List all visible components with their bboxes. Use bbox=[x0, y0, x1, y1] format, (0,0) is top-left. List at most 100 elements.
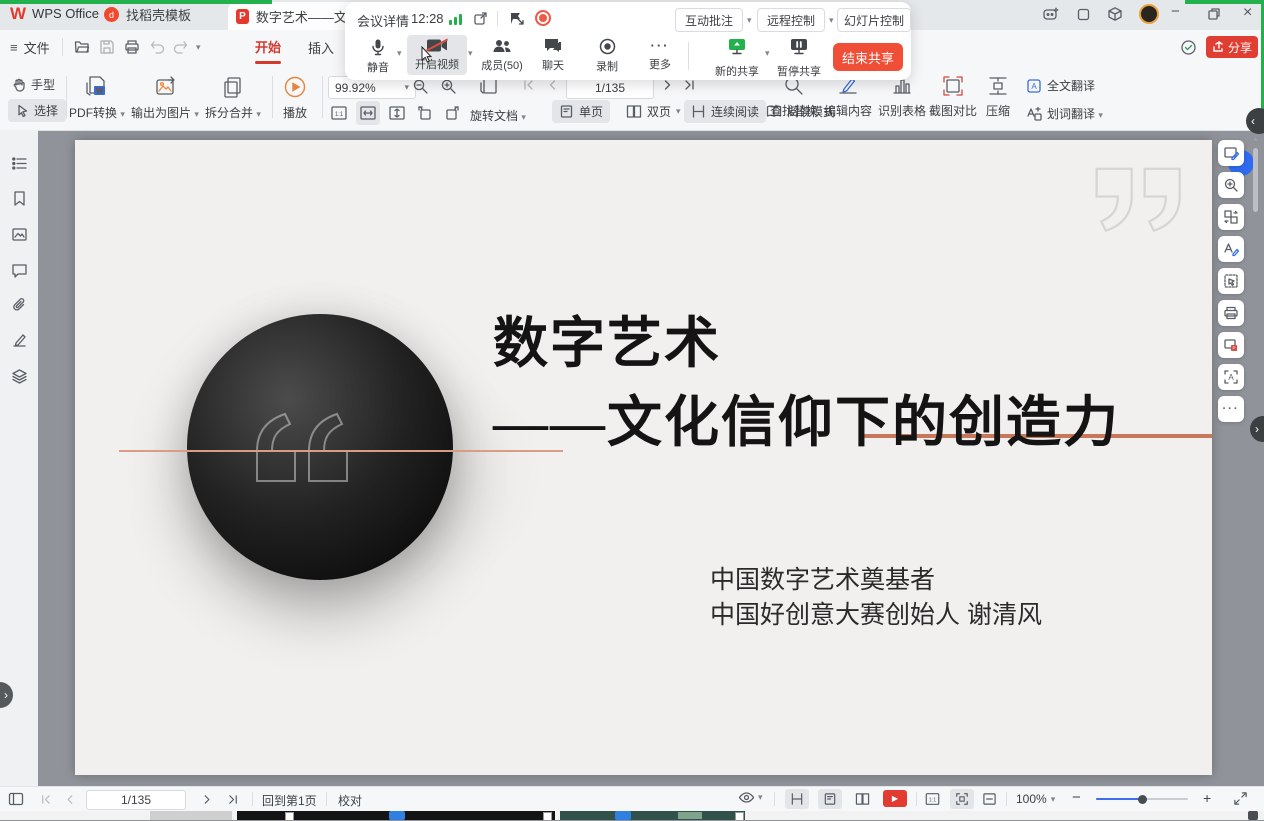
zoom-out-icon[interactable] bbox=[412, 78, 429, 95]
edit-image-button[interactable] bbox=[1218, 140, 1244, 166]
camera-on-button[interactable]: 开启视频 bbox=[407, 35, 467, 75]
pause-share-button[interactable]: 暂停共享 bbox=[773, 38, 825, 79]
file-menu[interactable]: ≡ 文件 bbox=[10, 38, 50, 57]
taskbar-thumbnail[interactable] bbox=[150, 811, 232, 820]
right-edge-handle[interactable]: › bbox=[1250, 416, 1264, 442]
doc-protect-icon[interactable] bbox=[1180, 39, 1197, 56]
last-page-icon[interactable] bbox=[684, 79, 696, 91]
meeting-detail-link[interactable]: 会议详情 bbox=[357, 11, 409, 30]
view-visibility-button[interactable]: ▾ bbox=[738, 789, 763, 806]
thumbnail-panel-icon[interactable] bbox=[11, 226, 28, 243]
new-share-chevron[interactable]: ▾ bbox=[765, 49, 770, 58]
hand-tool[interactable]: 手型 bbox=[12, 76, 55, 93]
last-page-button[interactable] bbox=[228, 794, 239, 805]
export-image-button[interactable]: 输出为图片 ▾ bbox=[128, 74, 202, 121]
zoom-in-button[interactable]: + bbox=[1203, 790, 1211, 806]
close-button[interactable]: × bbox=[1243, 4, 1252, 22]
slide-control-button[interactable]: 幻灯片控制 bbox=[837, 8, 911, 32]
double-page-button[interactable]: 双页 ▾ bbox=[622, 100, 685, 123]
end-share-button[interactable]: 结束共享 bbox=[833, 43, 903, 71]
rotate-left-icon[interactable] bbox=[416, 104, 434, 122]
table-ocr-button[interactable]: 识别表格 bbox=[874, 74, 930, 119]
first-page-button[interactable] bbox=[40, 794, 51, 805]
print-page-button[interactable] bbox=[1218, 300, 1244, 326]
status-play-button[interactable]: ▶ bbox=[883, 790, 907, 807]
magnify-button[interactable] bbox=[1218, 172, 1244, 198]
wps-home-button[interactable]: W WPS Office bbox=[10, 5, 99, 22]
status-continuous-button[interactable] bbox=[785, 789, 809, 809]
minimize-button[interactable]: − bbox=[1171, 3, 1180, 20]
mute-options-chevron[interactable]: ▾ bbox=[397, 49, 402, 58]
tab-template[interactable]: d 找稻壳模板 bbox=[104, 5, 222, 24]
mute-button[interactable]: 静音 bbox=[359, 38, 397, 75]
ribbon-collapse-handle[interactable]: ‹ bbox=[1246, 108, 1264, 134]
zoom-out-button[interactable]: − bbox=[1072, 789, 1081, 806]
undo-icon[interactable] bbox=[150, 40, 165, 54]
taskbar-corner-icon[interactable] bbox=[1248, 811, 1258, 820]
play-slideshow-button[interactable]: 播放 bbox=[272, 74, 318, 121]
taskbar-thumbnail[interactable] bbox=[560, 811, 745, 820]
status-double-page-button[interactable] bbox=[850, 789, 874, 809]
ocr-button[interactable]: A bbox=[1218, 364, 1244, 390]
more-tools-button[interactable]: ··· bbox=[1218, 396, 1244, 422]
text-edit-button[interactable] bbox=[1218, 236, 1244, 262]
chevron-down-icon[interactable]: ▾ bbox=[196, 43, 201, 52]
zoom-in-icon[interactable] bbox=[440, 78, 457, 95]
prev-page-icon[interactable] bbox=[546, 79, 558, 91]
share-button[interactable]: 分享 bbox=[1206, 36, 1258, 58]
tab-document-active[interactable]: P 数字艺术——文化信 bbox=[228, 2, 364, 30]
find-replace-button[interactable]: 查找替换 bbox=[766, 74, 822, 119]
screenshot-compare-button[interactable]: 截图对比 bbox=[925, 74, 981, 119]
next-page-icon[interactable] bbox=[662, 79, 674, 91]
first-page-icon[interactable] bbox=[522, 79, 534, 91]
scrollbar-up-arrow[interactable]: ▲ bbox=[1252, 136, 1259, 143]
bookmark-panel-icon[interactable] bbox=[11, 190, 28, 207]
status-fit-width-icon[interactable] bbox=[982, 792, 997, 806]
attachment-panel-icon[interactable] bbox=[11, 297, 28, 314]
slide-page[interactable]: 数字艺术 ——文化信仰下的创造力 中国数字艺术奠基者 中国好创意大赛创始人 谢清… bbox=[75, 140, 1212, 775]
pop-out-icon[interactable] bbox=[473, 11, 488, 26]
restore-button[interactable] bbox=[1207, 7, 1221, 21]
print-icon[interactable] bbox=[124, 39, 140, 55]
zoom-level-button[interactable]: 100% ▾ bbox=[1016, 792, 1055, 806]
stacked-windows-icon[interactable] bbox=[1076, 7, 1091, 22]
scrollbar-thumb[interactable] bbox=[1253, 148, 1258, 212]
status-page-input[interactable]: 1/135 bbox=[86, 790, 186, 810]
tab-insert[interactable]: 插入 bbox=[308, 38, 334, 57]
proofread-button[interactable]: 校对 bbox=[338, 792, 362, 809]
redo-icon[interactable] bbox=[173, 40, 188, 54]
remote-control-button[interactable]: 远程控制▾ bbox=[757, 8, 834, 32]
translate-word-button[interactable]: 划词翻译 ▾ bbox=[1026, 105, 1103, 122]
assistant-icon[interactable] bbox=[1042, 5, 1060, 23]
tab-home[interactable]: 开始 bbox=[255, 37, 281, 64]
interactive-annotate-button[interactable]: 互动批注▾ bbox=[675, 8, 752, 32]
rotate-right-icon[interactable] bbox=[443, 104, 461, 122]
continuous-read-button[interactable]: 连续阅读 bbox=[684, 100, 766, 123]
new-share-button[interactable]: 新的共享 bbox=[711, 38, 763, 79]
outline-panel-icon[interactable] bbox=[11, 155, 28, 172]
compress-button[interactable]: 压缩 bbox=[976, 74, 1020, 119]
single-page-button[interactable]: 单页 bbox=[552, 100, 610, 123]
swap-size-button[interactable] bbox=[1218, 204, 1244, 230]
split-merge-button[interactable]: 拆分合并 ▾ bbox=[200, 74, 266, 121]
pdf-convert-button[interactable]: W PDF转换 ▾ bbox=[64, 74, 130, 121]
export-ppt-button[interactable]: P bbox=[1218, 332, 1244, 358]
chat-button[interactable]: 聊天 bbox=[535, 38, 571, 73]
actual-size-icon[interactable]: 1:1 bbox=[330, 104, 348, 122]
back-to-first-button[interactable]: 回到第1页 bbox=[262, 792, 317, 809]
area-select-button[interactable] bbox=[1218, 268, 1244, 294]
rotate-doc-button[interactable]: 旋转文档 ▾ bbox=[470, 107, 526, 124]
fit-height-icon[interactable] bbox=[388, 104, 406, 122]
comment-panel-icon[interactable] bbox=[11, 262, 28, 279]
members-button[interactable]: 成员(50) bbox=[477, 38, 527, 73]
zoom-slider-thumb[interactable] bbox=[1138, 795, 1147, 804]
panel-toggle-icon[interactable] bbox=[8, 792, 24, 806]
more-button[interactable]: ··· 更多 bbox=[641, 38, 679, 72]
select-tool[interactable]: 选择 bbox=[8, 99, 66, 122]
layers-panel-icon[interactable] bbox=[11, 368, 28, 385]
open-folder-icon[interactable] bbox=[74, 39, 90, 55]
annotation-flag-icon[interactable] bbox=[509, 11, 525, 26]
avatar[interactable] bbox=[1139, 4, 1159, 24]
record-button[interactable]: 录制 bbox=[589, 38, 625, 74]
signature-panel-icon[interactable] bbox=[11, 332, 28, 349]
